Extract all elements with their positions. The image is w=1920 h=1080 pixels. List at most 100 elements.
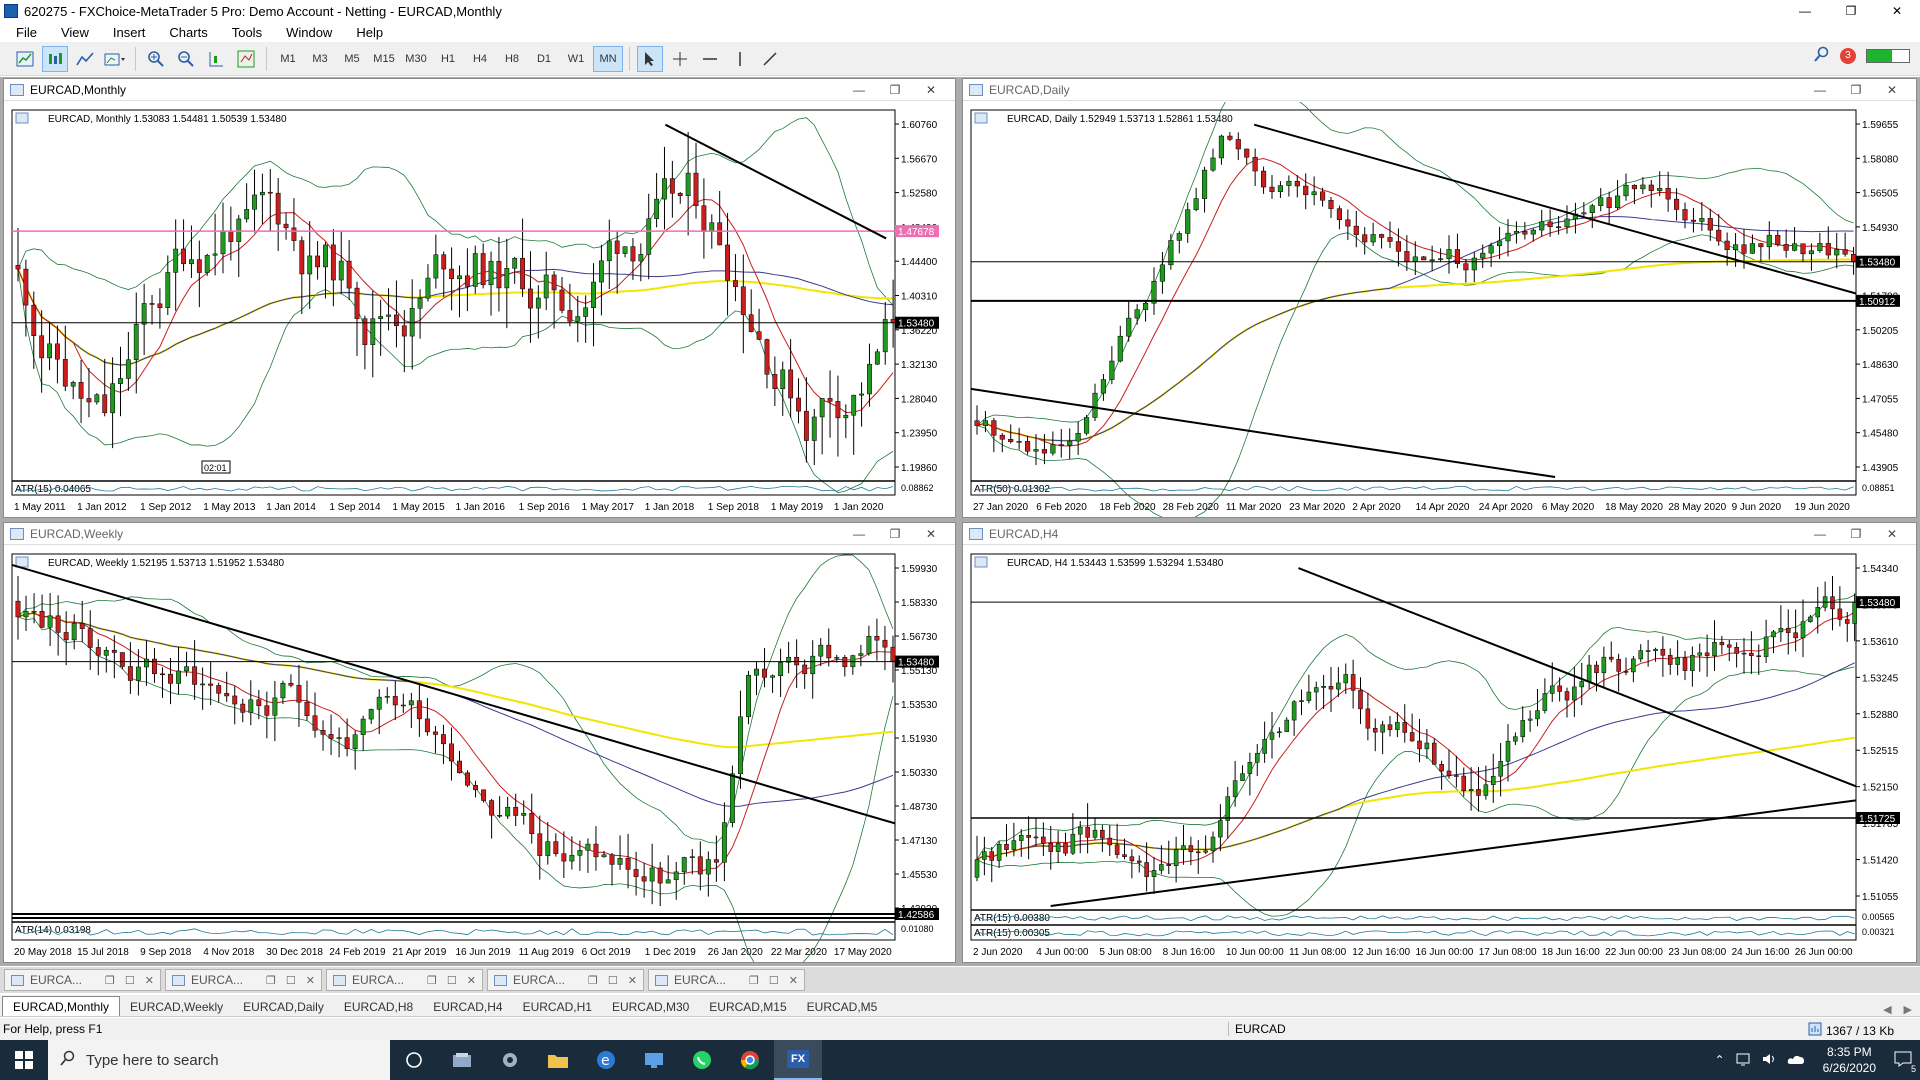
timeframe-d1[interactable]: D1 [529, 46, 559, 72]
explorer-alt-icon[interactable] [438, 1040, 486, 1080]
file-explorer-icon[interactable] [534, 1040, 582, 1080]
timeframe-h1[interactable]: H1 [433, 46, 463, 72]
window-tab[interactable]: EURCA... ❐ ☐ ✕ [648, 969, 805, 991]
restore-icon[interactable]: ❐ [266, 974, 276, 987]
edge-icon[interactable]: e [582, 1040, 630, 1080]
window-tab[interactable]: EURCA... ❐ ☐ ✕ [326, 969, 483, 991]
chart-tab-h8[interactable]: EURCAD,H8 [334, 998, 423, 1016]
settings-alt-icon[interactable] [486, 1040, 534, 1080]
chart-maximize-button[interactable]: ❐ [1838, 525, 1874, 543]
close-icon[interactable]: ✕ [306, 974, 315, 987]
restore-icon[interactable]: ❐ [427, 974, 437, 987]
menu-file[interactable]: File [4, 25, 49, 40]
vertical-line-icon[interactable] [727, 46, 753, 72]
menu-window[interactable]: Window [274, 25, 344, 40]
fxchoice-icon[interactable]: FX [774, 1040, 822, 1080]
chrome-icon[interactable] [726, 1040, 774, 1080]
maximize-icon[interactable]: ☐ [125, 974, 135, 987]
notifications-badge[interactable]: 3 [1840, 47, 1856, 64]
minimize-button[interactable]: — [1782, 0, 1828, 22]
templates-icon[interactable] [102, 46, 128, 72]
chart-tab-m5[interactable]: EURCAD,M5 [797, 998, 888, 1016]
whatsapp-icon[interactable] [678, 1040, 726, 1080]
chart-close-button[interactable]: ✕ [1874, 81, 1910, 99]
maximize-button[interactable]: ❐ [1828, 0, 1874, 22]
chart-tab-daily[interactable]: EURCAD,Daily [233, 998, 334, 1016]
zoom-in-icon[interactable] [143, 46, 169, 72]
task-view-icon[interactable] [390, 1040, 438, 1080]
chart-close-button[interactable]: ✕ [913, 81, 949, 99]
timeframe-m30[interactable]: M30 [401, 46, 431, 72]
chart-window-h4[interactable]: EURCAD,H4 — ❐ ✕ EURCAD, H4 1.53443 1.53599… [962, 522, 1917, 963]
menu-help[interactable]: Help [344, 25, 395, 40]
trendline-icon[interactable] [757, 46, 783, 72]
maximize-icon[interactable]: ☐ [608, 974, 618, 987]
new-chart-icon[interactable] [12, 46, 38, 72]
window-tab[interactable]: EURCA... ❐ ☐ ✕ [4, 969, 161, 991]
chart-area-weekly[interactable]: EURCAD, Weekly 1.52195 1.53713 1.51952 1… [4, 546, 955, 962]
chart-minimize-button[interactable]: — [841, 81, 877, 99]
menu-insert[interactable]: Insert [101, 25, 158, 40]
volume-icon[interactable] [1761, 1052, 1777, 1069]
chart-close-button[interactable]: ✕ [913, 525, 949, 543]
chart-tab-weekly[interactable]: EURCAD,Weekly [120, 998, 233, 1016]
timeframe-m15[interactable]: M15 [369, 46, 399, 72]
taskbar-search[interactable]: Type here to search [48, 1040, 390, 1080]
maximize-icon[interactable]: ☐ [286, 974, 296, 987]
notification-center-icon[interactable]: 5 [1894, 1051, 1916, 1074]
chart-profiles-icon[interactable] [42, 45, 68, 72]
close-button[interactable]: ✕ [1874, 0, 1920, 22]
menu-charts[interactable]: Charts [157, 25, 219, 40]
chart-area-monthly[interactable]: EURCAD, Monthly 1.53083 1.54481 1.50539 … [4, 102, 955, 517]
horizontal-line-icon[interactable] [697, 46, 723, 72]
restore-icon[interactable]: ❐ [749, 974, 759, 987]
timeframe-mn[interactable]: MN [593, 45, 623, 72]
menu-view[interactable]: View [49, 25, 101, 40]
search-icon[interactable] [1814, 46, 1830, 65]
timeframe-m1[interactable]: M1 [273, 46, 303, 72]
chart-minimize-button[interactable]: — [841, 525, 877, 543]
scroll-left-icon[interactable]: ◀ [1883, 1003, 1891, 1016]
chart-close-button[interactable]: ✕ [1874, 525, 1910, 543]
onedrive-icon[interactable] [1787, 1053, 1805, 1068]
chart-maximize-button[interactable]: ❐ [877, 525, 913, 543]
chart-window-daily[interactable]: EURCAD,Daily — ❐ ✕ EURCAD, Daily 1.52949 1… [962, 78, 1917, 518]
restore-icon[interactable]: ❐ [588, 974, 598, 987]
menu-tools[interactable]: Tools [220, 25, 274, 40]
windows-start-icon[interactable] [0, 1040, 48, 1080]
zoom-out-icon[interactable] [173, 46, 199, 72]
chart-tab-m15[interactable]: EURCAD,M15 [699, 998, 796, 1016]
chart-tab-h1[interactable]: EURCAD,H1 [513, 998, 602, 1016]
chart-window-monthly[interactable]: EURCAD,Monthly — ❐ ✕ EURCAD, Monthly 1.530… [3, 78, 956, 518]
timeframe-w1[interactable]: W1 [561, 46, 591, 72]
chart-area-daily[interactable]: EURCAD, Daily 1.52949 1.53713 1.52861 1.… [963, 102, 1916, 517]
timeframe-h4[interactable]: H4 [465, 46, 495, 72]
chart-tab-monthly[interactable]: EURCAD,Monthly [2, 996, 121, 1016]
network-icon[interactable] [1735, 1052, 1751, 1069]
window-tab[interactable]: EURCA... ❐ ☐ ✕ [165, 969, 322, 991]
cursor-icon[interactable] [637, 45, 663, 72]
chart-minimize-button[interactable]: — [1802, 525, 1838, 543]
tray-chevron-icon[interactable]: ⌃ [1715, 1053, 1725, 1067]
chart-window-weekly[interactable]: EURCAD,Weekly — ❐ ✕ EURCAD, Weekly 1.52195… [3, 522, 956, 963]
remote-icon[interactable] [630, 1040, 678, 1080]
close-icon[interactable]: ✕ [628, 974, 637, 987]
crosshair-icon[interactable] [667, 46, 693, 72]
close-icon[interactable]: ✕ [467, 974, 476, 987]
chart-tab-m30[interactable]: EURCAD,M30 [602, 998, 699, 1016]
window-tab[interactable]: EURCA... ❐ ☐ ✕ [487, 969, 644, 991]
chart-tab-h4[interactable]: EURCAD,H4 [423, 998, 512, 1016]
close-icon[interactable]: ✕ [789, 974, 798, 987]
chart-area-h4[interactable]: EURCAD, H4 1.53443 1.53599 1.53294 1.534… [963, 546, 1916, 962]
maximize-icon[interactable]: ☐ [769, 974, 779, 987]
timeframe-m5[interactable]: M5 [337, 46, 367, 72]
chart-maximize-button[interactable]: ❐ [1838, 81, 1874, 99]
timeframe-h8[interactable]: H8 [497, 46, 527, 72]
restore-icon[interactable]: ❐ [105, 974, 115, 987]
timeframe-m3[interactable]: M3 [305, 46, 335, 72]
maximize-icon[interactable]: ☐ [447, 974, 457, 987]
autoscroll-icon[interactable] [233, 46, 259, 72]
close-icon[interactable]: ✕ [145, 974, 154, 987]
chart-maximize-button[interactable]: ❐ [877, 81, 913, 99]
chart-shift-icon[interactable] [203, 46, 229, 72]
